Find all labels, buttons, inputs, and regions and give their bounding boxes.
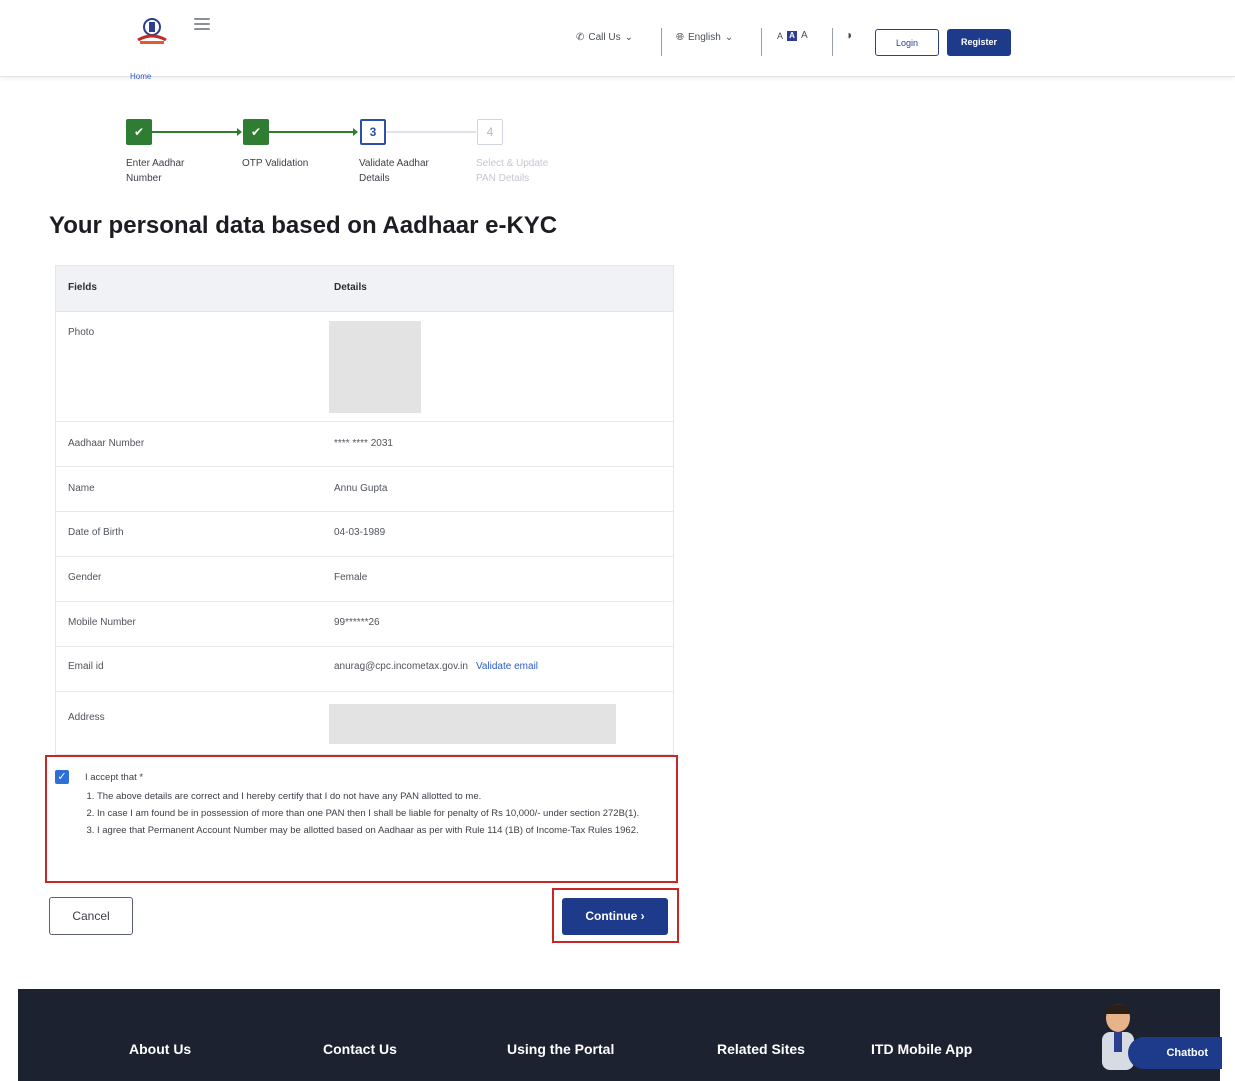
font-size-controls: A A A xyxy=(777,30,808,41)
address-placeholder xyxy=(329,704,616,744)
language-label: English xyxy=(688,32,721,43)
footer-link-about-us[interactable]: About Us xyxy=(129,1041,191,1057)
font-increase-button[interactable]: A xyxy=(801,30,808,41)
chevron-down-icon: ⌄ xyxy=(724,32,734,43)
globe-icon: 🌐︎ xyxy=(676,32,684,43)
column-header-details: Details xyxy=(334,282,367,293)
field-label: Aadhaar Number xyxy=(68,438,145,449)
table-header: Fields Details xyxy=(56,266,673,312)
field-label: Address xyxy=(68,712,105,723)
call-us-dropdown[interactable]: ✆ Call Us ⌄ xyxy=(576,32,633,43)
field-value: Annu Gupta xyxy=(334,483,388,494)
field-value: **** **** 2031 xyxy=(334,438,393,449)
table-row: Aadhaar Number **** **** 2031 xyxy=(56,422,673,467)
footer-link-using-portal[interactable]: Using the Portal xyxy=(507,1041,614,1057)
table-row: Date of Birth 04-03-1989 xyxy=(56,512,673,557)
step-1-label: Enter Aadhar Number xyxy=(126,158,185,184)
register-button[interactable]: Register xyxy=(947,29,1011,56)
step-3-label: Validate Aadhar Details xyxy=(359,158,429,184)
photo-placeholder xyxy=(329,321,421,413)
phone-icon: ✆ xyxy=(576,32,585,43)
continue-button[interactable]: Continue › xyxy=(562,898,668,935)
footer-link-mobile-app[interactable]: ITD Mobile App xyxy=(871,1041,972,1057)
validate-email-link[interactable]: Validate email xyxy=(476,661,538,672)
table-row: Gender Female xyxy=(56,557,673,602)
language-dropdown[interactable]: 🌐︎ English ⌄ xyxy=(676,32,733,43)
step-2-check-icon: ✔ xyxy=(243,119,269,145)
table-row-address: Address xyxy=(56,692,673,754)
declaration-item: I agree that Permanent Account Number ma… xyxy=(97,822,675,839)
page-title: Your personal data based on Aadhaar e-KY… xyxy=(49,212,558,239)
contrast-icon[interactable]: ◑ xyxy=(845,28,852,42)
footer: About Us Contact Us Using the Portal Rel… xyxy=(18,989,1220,1081)
step-3-indicator: 3 xyxy=(360,119,386,145)
font-decrease-button[interactable]: A xyxy=(777,31,783,41)
continue-label: Continue xyxy=(585,909,638,923)
declaration-text: I accept that * The above details are co… xyxy=(85,769,675,839)
menu-icon[interactable] xyxy=(194,18,210,32)
chevron-right-icon: › xyxy=(640,909,645,923)
column-header-fields: Fields xyxy=(68,282,97,293)
field-value: anurag@cpc.incometax.gov.in Validate emai… xyxy=(334,661,538,672)
chatbot-button[interactable]: Chatbot xyxy=(1128,1037,1222,1069)
field-value: 04-03-1989 xyxy=(334,527,386,538)
emblem-logo-icon[interactable] xyxy=(134,16,170,46)
declaration-item: The above details are correct and I here… xyxy=(97,788,675,805)
accept-checkbox[interactable]: ✓ xyxy=(55,770,69,784)
footer-link-contact-us[interactable]: Contact Us xyxy=(323,1041,397,1057)
top-header: ✆ Call Us ⌄ 🌐︎ English ⌄ A A A ◑ Login R… xyxy=(0,0,1235,77)
field-value: Female xyxy=(334,572,368,583)
footer-link-related-sites[interactable]: Related Sites xyxy=(717,1041,805,1057)
step-4-indicator: 4 xyxy=(477,119,503,145)
step-1-check-icon: ✔ xyxy=(126,119,152,145)
cancel-button[interactable]: Cancel xyxy=(49,897,133,935)
field-label: Date of Birth xyxy=(68,527,124,538)
field-label: Name xyxy=(68,483,95,494)
table-row: Name Annu Gupta xyxy=(56,467,673,512)
field-label: Photo xyxy=(68,327,95,338)
field-label: Email id xyxy=(68,661,104,672)
email-value: anurag@cpc.incometax.gov.in xyxy=(334,661,468,672)
kyc-details-table: Fields Details Photo Aadhaar Number ****… xyxy=(55,265,674,755)
step-4-label: Select & Update PAN Details xyxy=(476,158,549,184)
step-2-label: OTP Validation xyxy=(242,158,309,169)
declaration-item: In case I am found be in possession of m… xyxy=(97,805,675,822)
field-label: Gender xyxy=(68,572,102,583)
breadcrumb-home[interactable]: Home xyxy=(130,72,151,81)
login-button[interactable]: Login xyxy=(875,29,939,56)
call-us-label: Call Us xyxy=(588,32,621,43)
check-icon: ✓ xyxy=(57,771,67,783)
field-value: 99******26 xyxy=(334,617,380,628)
field-label: Mobile Number xyxy=(68,617,136,628)
font-normal-button[interactable]: A xyxy=(787,30,798,41)
table-row: Email id anurag@cpc.incometax.gov.in Vali… xyxy=(56,647,673,692)
declaration-heading: I accept that * xyxy=(85,772,144,783)
declaration-box: ✓ I accept that * The above details are … xyxy=(45,755,678,883)
table-row: Mobile Number 99******26 xyxy=(56,602,673,647)
table-row-photo: Photo xyxy=(56,312,673,422)
chevron-down-icon: ⌄ xyxy=(624,32,634,43)
